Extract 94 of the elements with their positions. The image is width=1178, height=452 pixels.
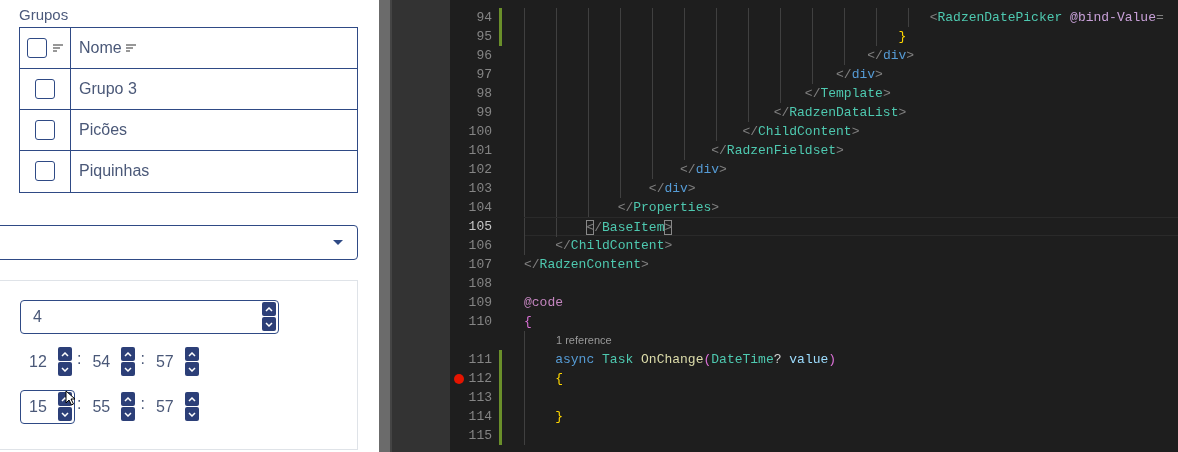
spin-down-button[interactable]	[58, 362, 72, 376]
code-line: </div>	[648, 181, 696, 196]
spin-down-button[interactable]	[121, 407, 136, 421]
line-number: 105	[468, 218, 492, 236]
line-number: 101	[468, 142, 492, 160]
line-number: 94	[475, 9, 492, 27]
code-line: </Template>	[804, 86, 891, 101]
code-line: async Task OnChange(DateTime? value)	[555, 352, 837, 367]
code-line: <RadzenDatePicker @bind-Value=	[929, 10, 1164, 25]
table-cell-text: Grupo 3	[78, 78, 137, 99]
chevron-down-icon	[265, 321, 273, 327]
time-separator: :	[76, 348, 83, 369]
line-number: 104	[468, 199, 492, 217]
time-separator: :	[139, 348, 146, 369]
line-number: 99	[475, 104, 492, 122]
table-cell-text: Picões	[78, 119, 128, 140]
line-number: 96	[475, 47, 492, 65]
code-line: </div>	[867, 48, 915, 63]
line-number: 114	[468, 408, 492, 426]
time-input[interactable]: 54	[92, 349, 119, 374]
chevron-down-icon	[61, 366, 69, 372]
time-input[interactable]: 55	[92, 394, 119, 419]
spin-up-button[interactable]	[121, 392, 136, 406]
spin-down-button[interactable]	[121, 362, 136, 376]
time-separator: :	[76, 393, 83, 414]
line-number: 111	[468, 351, 492, 369]
spin-up-button[interactable]	[121, 347, 136, 361]
sort-icon	[125, 43, 136, 52]
time-separator: :	[139, 393, 146, 414]
column-header[interactable]: Nome	[71, 27, 136, 68]
number-input[interactable]: 4	[33, 304, 262, 329]
chevron-up-icon	[124, 351, 133, 357]
time-field[interactable]: 12	[20, 344, 75, 379]
caret-icon	[333, 239, 343, 245]
line-number: 103	[468, 180, 492, 198]
section-label: Grupos	[19, 5, 70, 25]
select-all-checkbox[interactable]	[27, 37, 47, 58]
chevron-down-icon	[124, 366, 133, 372]
code-line: </ChildContent>	[555, 238, 673, 253]
chevron-up-icon	[187, 396, 196, 402]
time-input[interactable]: 57	[155, 349, 182, 374]
chevron-up-icon	[265, 306, 273, 312]
spin-up-button[interactable]	[184, 347, 199, 361]
chevron-down-icon	[187, 411, 196, 417]
line-number: 100	[468, 123, 492, 141]
spin-down-button[interactable]	[58, 407, 72, 421]
dropdown-field[interactable]	[0, 224, 358, 260]
code-line: </div>	[680, 162, 727, 177]
code-line: </ChildContent>	[742, 124, 860, 139]
chevron-up-icon	[187, 351, 196, 357]
code-line: }	[555, 409, 564, 424]
line-number: 106	[468, 237, 492, 255]
spin-down-button[interactable]	[262, 317, 276, 331]
mouse-pointer-icon	[65, 389, 75, 406]
code-line: </RadzenContent>	[524, 257, 649, 272]
time-input[interactable]: 15	[29, 394, 55, 419]
line-number: 115	[468, 427, 492, 445]
sort-icon	[53, 43, 63, 52]
spin-up-button[interactable]	[184, 392, 199, 406]
code-line: </RadzenDataList>	[773, 105, 907, 120]
time-input[interactable]: 57	[155, 394, 182, 419]
code-line: {	[524, 314, 532, 329]
codelens-link[interactable]: 1 reference	[556, 334, 612, 346]
chevron-up-icon	[61, 351, 69, 357]
code-line: </div>	[836, 67, 883, 82]
line-number: 108	[468, 275, 492, 293]
code-line: @code	[524, 295, 563, 310]
line-number: 102	[468, 161, 492, 179]
line-number: 110	[468, 313, 492, 331]
spin-up-button[interactable]	[58, 347, 72, 361]
line-number: 95	[475, 28, 492, 46]
line-number: 107	[468, 256, 492, 274]
code-line: </RadzenFieldset>	[711, 143, 844, 158]
spin-down-button[interactable]	[184, 407, 199, 421]
code-line: </Properties>	[617, 200, 720, 215]
time-input[interactable]: 12	[29, 349, 55, 374]
row-checkbox[interactable]	[35, 161, 55, 181]
chevron-up-icon	[124, 396, 133, 402]
line-number: 97	[475, 66, 492, 84]
chevron-down-icon	[61, 411, 69, 417]
spin-down-button[interactable]	[184, 362, 199, 376]
chevron-down-icon	[124, 411, 133, 417]
spin-up-button[interactable]	[262, 302, 276, 316]
row-checkbox[interactable]	[35, 119, 55, 140]
row-checkbox[interactable]	[35, 78, 55, 99]
chevron-down-icon	[187, 366, 196, 372]
code-line: {	[555, 371, 564, 386]
line-number: 113	[468, 389, 492, 407]
line-number: 112	[468, 370, 492, 388]
line-number: 98	[475, 85, 492, 103]
table-cell-text: Piquinhas	[78, 161, 150, 181]
code-line: }	[898, 29, 907, 44]
number-field[interactable]: 4	[20, 299, 279, 334]
line-number: 109	[468, 294, 492, 312]
